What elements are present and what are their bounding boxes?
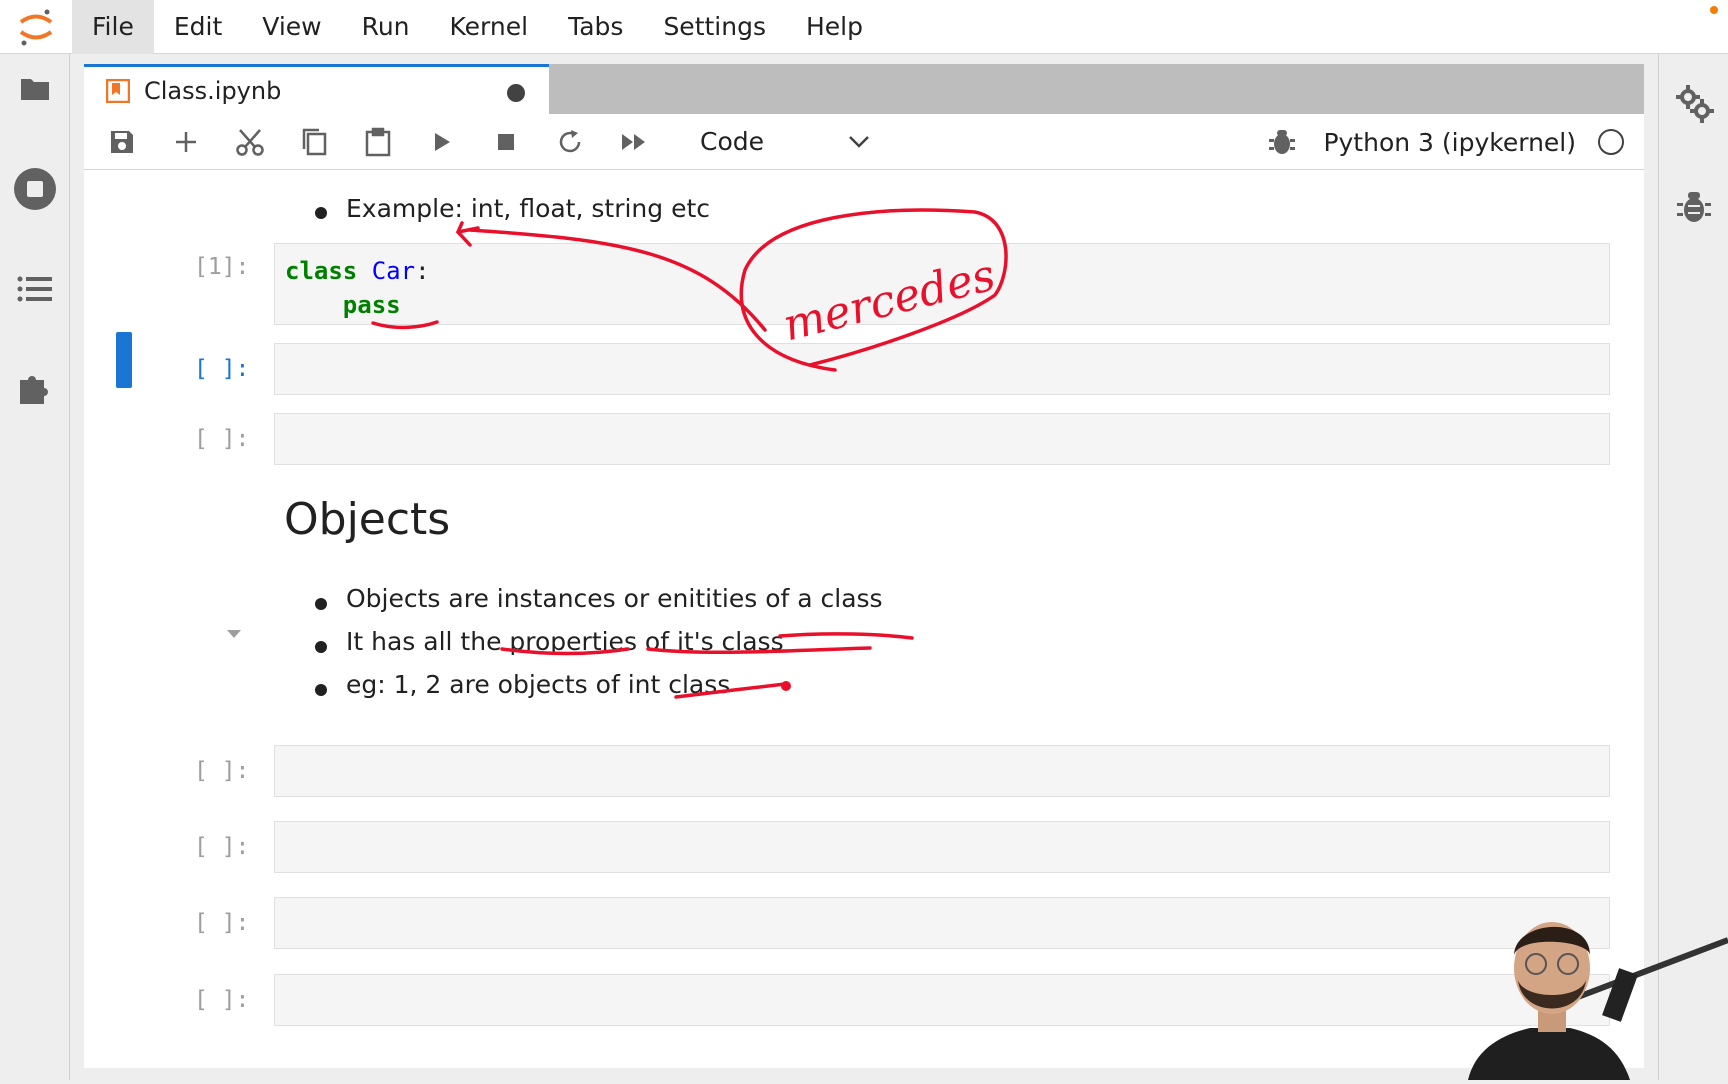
cell-type-value: Code [700,127,765,156]
presenter-webcam-overlay [1460,900,1728,1080]
code-cell-input[interactable] [274,821,1610,873]
menu-file[interactable]: File [72,0,154,54]
menu-bar: File Edit View Run Kernel Tabs Settings … [0,0,1728,54]
extensions-puzzle-icon[interactable] [0,354,70,424]
bullet-dot [315,641,327,653]
property-inspector-gears-icon[interactable] [1659,68,1728,138]
table-of-contents-icon[interactable] [0,254,70,324]
unsaved-changes-dot[interactable] [507,84,525,102]
kernel-indicator: Python 3 (ipykernel) [1269,114,1624,170]
folder-icon[interactable] [0,54,70,124]
debugger-bug-icon[interactable] [1269,128,1296,156]
interrupt-kernel-icon[interactable] [474,114,538,170]
jupyter-logo-icon[interactable] [0,0,72,54]
cell-type-dropdown[interactable]: Code [696,122,876,162]
chevron-down-icon [849,135,869,148]
notebook-toolbar: Code Python 3 (ipykernel) [84,114,1644,170]
notification-dot [1710,6,1718,14]
code-cell-input[interactable] [274,745,1610,797]
debugger-bug-icon[interactable] [1659,172,1728,242]
code-cell-input[interactable] [274,343,1610,395]
run-cell-icon[interactable] [410,114,474,170]
restart-run-all-icon[interactable] [602,114,666,170]
markdown-heading: Objects [284,494,451,545]
kernel-status-idle-icon [1598,129,1624,155]
menu-help[interactable]: Help [786,0,883,54]
markdown-bullet-text: It has all the properties of it's class [346,627,784,656]
markdown-bullet-text: eg: 1, 2 are objects of int class [346,670,731,699]
markdown-bullet-text: Objects are instances or enitities of a … [346,584,883,613]
collapse-caret-icon[interactable] [227,630,241,638]
menu-run[interactable]: Run [342,0,430,54]
code-cell-input[interactable] [274,897,1610,949]
tab-label: Class.ipynb [144,76,282,105]
bullet-dot [315,207,327,219]
code-cell-input[interactable] [274,413,1610,465]
bullet-dot [315,684,327,696]
notebook-content: Example: int, float, string etc [1]: cla… [84,170,1644,1068]
menu-edit[interactable]: Edit [154,0,242,54]
menu-view[interactable]: View [242,0,341,54]
restart-kernel-icon[interactable] [538,114,602,170]
tab-bar: Class.ipynb [84,64,1644,114]
save-icon[interactable] [90,114,154,170]
code-cell-input[interactable]: class Car: pass [274,243,1610,325]
notebook-file-icon [106,78,130,103]
running-kernels-icon[interactable] [0,154,70,224]
add-cell-icon[interactable] [154,114,218,170]
bullet-dot [315,598,327,610]
code-editor: class Car: pass [285,257,430,319]
menu-settings[interactable]: Settings [643,0,786,54]
cut-icon[interactable] [218,114,282,170]
notebook-panel: Code Python 3 (ipykernel) Example: int, … [84,114,1644,1068]
notebook-tab[interactable]: Class.ipynb [84,64,549,114]
kernel-name[interactable]: Python 3 (ipykernel) [1323,128,1576,157]
copy-icon[interactable] [282,114,346,170]
markdown-bullet-text: Example: int, float, string etc [346,194,711,223]
code-cell-input[interactable] [274,974,1610,1026]
menu-kernel[interactable]: Kernel [430,0,549,54]
active-cell-indicator [116,332,132,388]
paste-icon[interactable] [346,114,410,170]
menu-tabs[interactable]: Tabs [548,0,643,54]
left-sidebar [0,54,70,1080]
